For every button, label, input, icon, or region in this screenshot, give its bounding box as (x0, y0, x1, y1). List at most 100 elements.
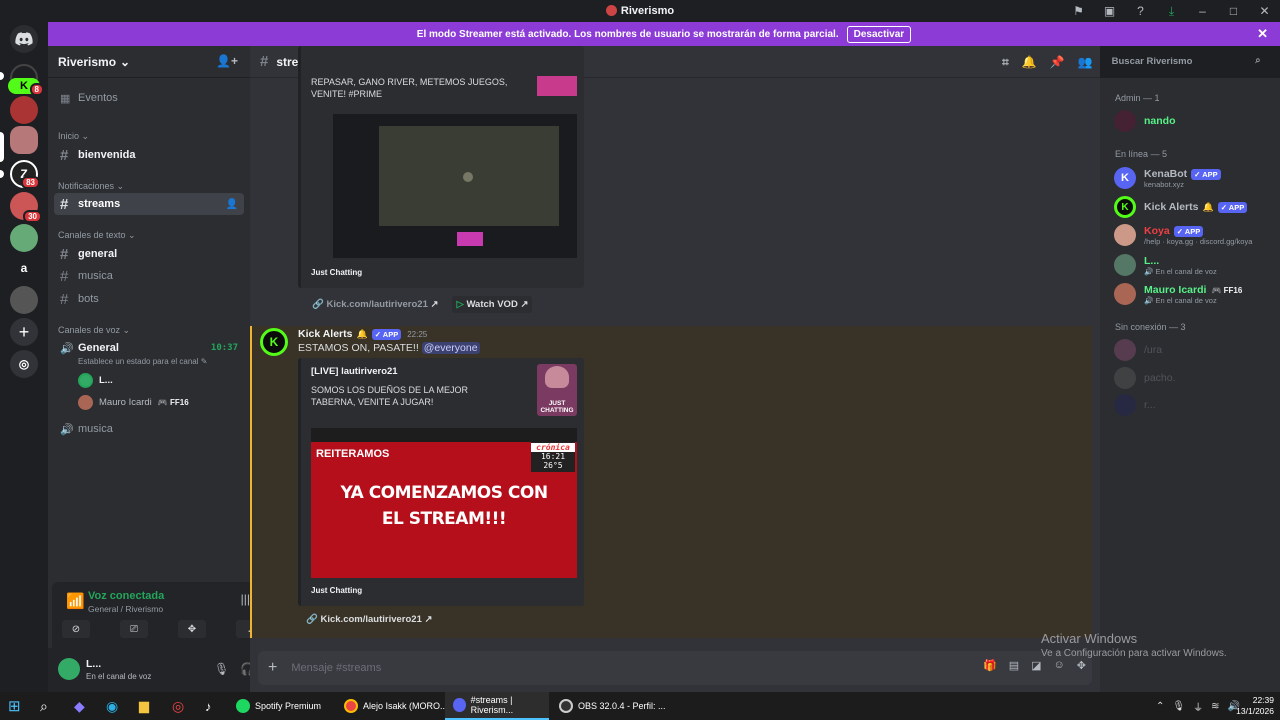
username[interactable]: L... (86, 658, 101, 670)
voice-status-prompt[interactable]: Establece un estado para el canal ✎ (78, 357, 207, 366)
maximize-button[interactable]: □ (1218, 4, 1249, 18)
server-icon-6[interactable] (10, 286, 38, 314)
server-icon-3[interactable]: Z 83 (10, 160, 40, 189)
copilot-icon[interactable]: ◆ (74, 692, 85, 720)
channel-bots[interactable]: # bots (54, 288, 244, 310)
events-item[interactable]: ▦ Eventos (54, 87, 244, 109)
server-icon-kick[interactable]: K8 (8, 78, 44, 96)
embed-thumbnail[interactable] (537, 76, 577, 96)
microphone-icon[interactable]: 🎙 (214, 662, 229, 676)
server-icon-4[interactable]: 30 (10, 192, 42, 223)
member-item[interactable]: nando (1114, 110, 1176, 132)
member-item[interactable]: pacho. (1114, 367, 1176, 389)
member-item[interactable]: K KenaBot ✓ APP kenabot.xyz (1114, 166, 1221, 189)
search-input[interactable]: Buscar Riverismo ⌕ (1105, 52, 1266, 72)
avatar[interactable]: K (260, 328, 288, 356)
add-server-icon[interactable]: + (10, 318, 38, 346)
taskbar-obs[interactable]: OBS 32.0.4 - Perfil: ... (559, 692, 666, 720)
watch-vod-button[interactable]: ▷ Watch VOD ↗ (452, 296, 533, 313)
message-input[interactable]: Mensaje #streams (291, 662, 381, 674)
message-composer[interactable]: + Mensaje #streams 🎁 ▤ ◪ ☺ ✥ (258, 651, 1092, 685)
usb-icon[interactable]: ⏚ (1193, 699, 1203, 714)
avatar[interactable] (58, 658, 80, 680)
explore-icon[interactable]: ◎ (10, 350, 38, 378)
mention[interactable]: @everyone (421, 342, 480, 354)
add-attachment-icon[interactable]: + (268, 659, 277, 677)
file-explorer-icon[interactable]: ▆ (139, 692, 149, 720)
voice-user[interactable]: Mauro Icardi 🎮 FF16 (78, 395, 189, 410)
edge-icon[interactable]: ◉ (106, 692, 118, 720)
threads-icon[interactable]: ⌗ (1002, 55, 1009, 70)
screen-share-icon[interactable]: ⎚ (120, 620, 148, 638)
camera-off-icon[interactable]: ⊘ (62, 620, 90, 638)
pin-icon[interactable]: 📌 (1050, 55, 1065, 69)
voice-timer: 10:37 (210, 343, 238, 353)
embed-image[interactable] (311, 114, 577, 258)
member-item[interactable]: Koya ✓ APP/help · koya.gg · discord.gg/ko… (1114, 223, 1252, 246)
sticker-icon[interactable]: ◪ (1031, 659, 1041, 672)
help-icon[interactable]: ? (1125, 4, 1156, 18)
member-item[interactable]: K Kick Alerts 🔔 ✓ APP (1114, 196, 1248, 218)
channel-general[interactable]: # general (54, 243, 244, 265)
composer-tools: 🎁 ▤ ◪ ☺ ✥ (983, 659, 1086, 672)
category-notificaciones[interactable]: Notificaciones ⌄ (58, 181, 124, 192)
activities-icon[interactable]: ✥ (178, 620, 206, 638)
chrome-icon[interactable]: ◎ (172, 692, 184, 720)
inbox-icon[interactable]: ⚑ (1063, 4, 1094, 18)
server-header[interactable]: Riverismo ⌄ 👤+ (48, 46, 250, 78)
link-button[interactable]: 🔗 Kick.com/lautirivero21 ↗ (306, 614, 432, 625)
minimize-button[interactable]: – (1187, 4, 1218, 18)
embed-image[interactable]: REITERAMOS crónica 16:21 26°5 YA COMENZAMO… (311, 428, 577, 578)
category-inicio[interactable]: Inicio ⌄ (58, 131, 89, 142)
bell-icon[interactable]: 🔔 (1022, 55, 1037, 69)
channel-musica[interactable]: # musica (54, 265, 244, 287)
apps-icon[interactable]: ✥ (1077, 659, 1086, 672)
category-voz[interactable]: Canales de voz ⌄ (58, 325, 130, 336)
taskbar-chrome[interactable]: Alejo Isakk (MORO... (344, 692, 448, 720)
taskbar-spotify[interactable]: Spotify Premium (236, 692, 321, 720)
wifi-icon[interactable]: ≋ (1211, 701, 1219, 712)
streamer-icon[interactable]: ▣ (1094, 4, 1125, 18)
channel-bienvenida[interactable]: # bienvenida (54, 144, 244, 166)
voice-user[interactable]: L... (78, 373, 113, 388)
voice-channel-general[interactable]: 🔊 General 10:37 (54, 337, 244, 359)
search-icon[interactable]: ⌕ (40, 692, 48, 720)
noise-suppression-icon[interactable]: ||| (241, 592, 250, 606)
embed-title[interactable]: [LIVE] lautirivero21 (311, 366, 398, 377)
server-icon-5[interactable] (10, 224, 38, 252)
tiktok-icon[interactable]: ♪ (205, 692, 212, 720)
download-icon[interactable]: ⤓ (1156, 4, 1187, 19)
server-icon-letter[interactable]: a (10, 254, 38, 282)
invite-icon[interactable]: 👤 (226, 199, 238, 210)
gif-icon[interactable]: ▤ (1009, 659, 1019, 672)
channel-streams[interactable]: # streams 👤 (54, 193, 244, 215)
member-item[interactable]: L... 🔊 En el canal de voz (1114, 254, 1217, 276)
server-icon-riverismo[interactable] (10, 126, 38, 154)
link-button[interactable]: 🔗 Kick.com/lautirivero21 ↗ (308, 296, 442, 313)
chevron-up-icon[interactable]: ⌃ (1156, 701, 1164, 712)
voice-status[interactable]: Voz conectada (88, 590, 164, 602)
disable-streamer-button[interactable]: Desactivar (846, 25, 912, 43)
member-item[interactable]: /ura (1114, 339, 1162, 361)
voice-channel-musica[interactable]: 🔊 musica (54, 418, 244, 440)
member-item[interactable]: Mauro Icardi 🎮 FF16 🔊 En el canal de voz (1114, 282, 1242, 305)
member-item[interactable]: r... (1114, 394, 1156, 416)
taskbar-discord[interactable]: #streams | Riverism... (445, 692, 549, 720)
discord-home-icon[interactable] (10, 25, 38, 53)
invite-icon[interactable]: 👤+ (216, 54, 238, 68)
server-icon-2[interactable] (10, 96, 38, 124)
members-icon[interactable]: 👥 (1078, 55, 1093, 69)
category-texto[interactable]: Canales de texto ⌄ (58, 230, 136, 241)
clock[interactable]: 22:39 13/1/2026 (1234, 692, 1274, 720)
gift-icon[interactable]: 🎁 (983, 659, 997, 672)
microphone-icon[interactable]: 🎙 (1172, 701, 1185, 712)
close-button[interactable]: ✕ (1249, 4, 1280, 18)
embed-thumbnail[interactable]: JUST CHATTING (537, 364, 577, 416)
chat-area: #streams ⌗ 🔔 📌 👥 Buscar Riverismo⌕ REPAS… (250, 46, 1266, 692)
voice-location[interactable]: General / Riverismo (88, 604, 163, 614)
author-name[interactable]: Kick Alerts (298, 328, 352, 340)
emoji-icon[interactable]: ☺ (1054, 659, 1065, 672)
windows-start-icon[interactable]: ⊞ (8, 692, 21, 720)
close-icon[interactable]: ✕ (1257, 26, 1268, 42)
system-tray: ⌃ 🎙 ⏚ ≋ 🔊 (1156, 692, 1240, 720)
